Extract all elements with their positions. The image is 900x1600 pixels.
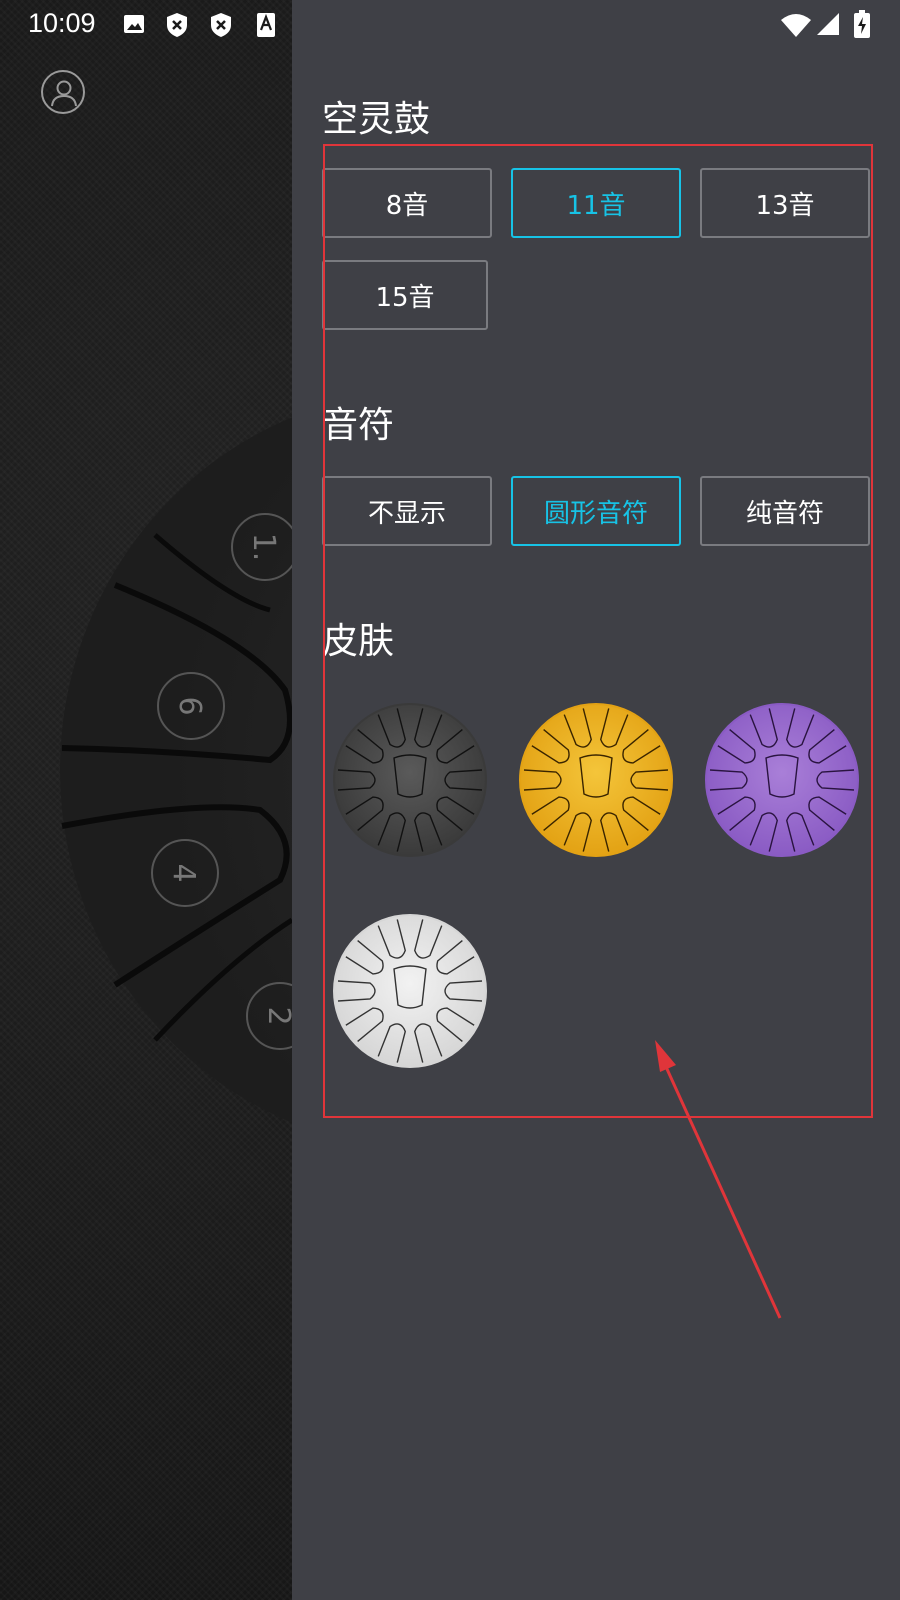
annotation-arrow [655, 1040, 782, 1319]
